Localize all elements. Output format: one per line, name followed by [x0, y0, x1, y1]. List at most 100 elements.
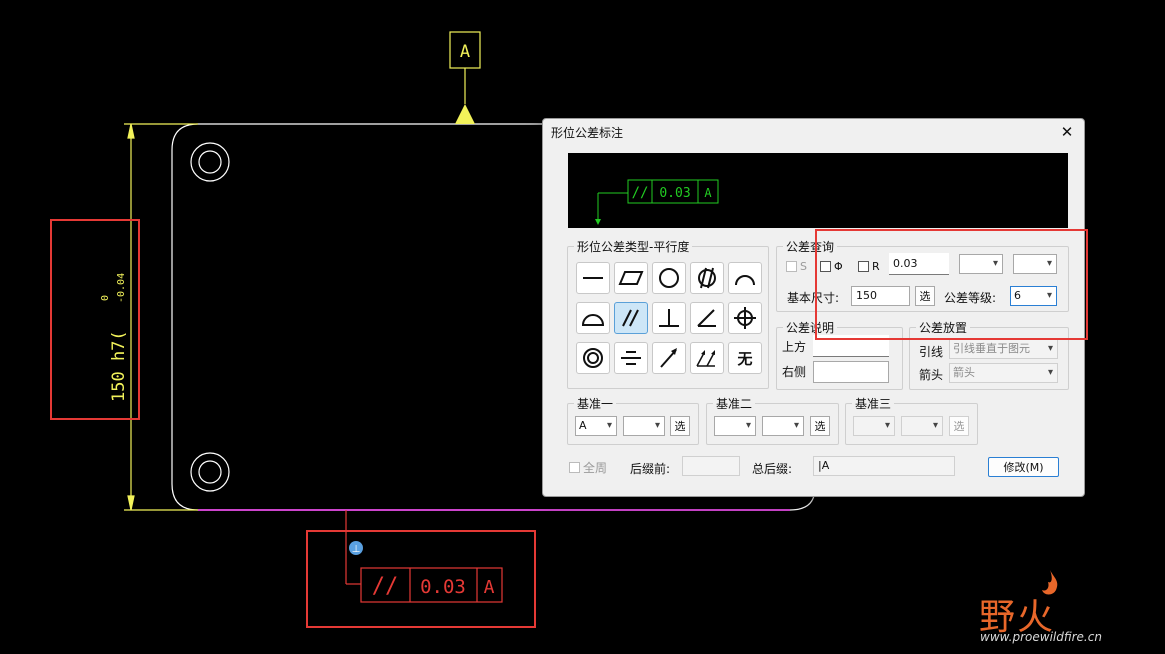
total-runout-icon	[696, 350, 715, 367]
query-group-legend: 公差查询	[786, 240, 835, 254]
right-label: 右侧	[782, 365, 807, 379]
close-icon[interactable]: ✕	[1056, 121, 1078, 143]
parallelism-icon	[622, 309, 639, 327]
canvas-fcf-symbol: //	[372, 574, 399, 599]
basic-size-input[interactable]: 150	[851, 286, 910, 306]
svg-text:⊥: ⊥	[352, 544, 361, 555]
tol-lower: -0.04	[116, 273, 127, 303]
angularity-icon	[697, 309, 716, 327]
datum1-select-button[interactable]: 选	[670, 416, 690, 436]
watermark-url: www.proewildfire.cn	[980, 630, 1102, 644]
canvas-fcf-datum: A	[484, 577, 495, 598]
perpendicularity-button[interactable]	[652, 302, 686, 334]
datum1-legend: 基准一	[577, 397, 614, 411]
symmetry-button[interactable]	[614, 342, 648, 374]
prefix-input[interactable]	[682, 456, 740, 476]
note-group-legend: 公差说明	[786, 321, 835, 335]
chevron-down-icon: ▾	[606, 420, 612, 431]
flame-icon	[1042, 570, 1058, 595]
none-symbol-button[interactable]: 无	[728, 342, 762, 374]
upper-label: 上方	[782, 340, 807, 354]
datum-feature-a[interactable]: A	[449, 31, 481, 124]
symmetry-icon	[621, 351, 641, 365]
perpendicularity-icon	[659, 309, 679, 327]
arrow-label: 箭头	[919, 368, 944, 382]
circularity-icon	[659, 268, 679, 288]
circular-runout-icon	[660, 348, 677, 368]
straightness-icon	[583, 277, 603, 279]
flatness-icon	[618, 271, 644, 285]
datum-label: A	[460, 42, 470, 62]
concentricity-icon	[583, 348, 603, 368]
line-profile-icon	[735, 275, 755, 286]
query-select-1[interactable]: ▾	[959, 254, 1003, 274]
basic-size-label: 基本尺寸:	[787, 291, 840, 305]
arrow-select[interactable]: 箭头 ▾	[949, 363, 1058, 383]
total-runout-button[interactable]	[690, 342, 724, 374]
type-group-legend: 形位公差类型-平行度	[577, 240, 690, 254]
surface-profile-button[interactable]	[576, 302, 610, 334]
chevron-down-icon: ▾	[1047, 367, 1053, 378]
cylindricity-button[interactable]	[690, 262, 724, 294]
circular-runout-button[interactable]	[652, 342, 686, 374]
chevron-down-icon: ▾	[793, 420, 799, 431]
upper-input[interactable]	[813, 335, 889, 357]
cylindricity-icon	[698, 267, 716, 289]
chevron-down-icon: ▾	[1046, 290, 1052, 301]
chevron-down-icon: ▾	[1046, 258, 1052, 269]
datum2-select[interactable]: ▾	[714, 416, 756, 436]
preview-panel: // 0.03 A	[568, 153, 1068, 228]
datum2-modifier-select[interactable]: ▾	[762, 416, 804, 436]
position-button[interactable]	[728, 302, 762, 334]
hole-top[interactable]	[190, 142, 230, 182]
preview-value: 0.03	[659, 186, 690, 201]
gtol-dialog: 形位公差标注 ✕ // 0.03 A 形位公差类型-平行度 无 公差查询 S Φ…	[542, 118, 1085, 497]
parallelism-button[interactable]	[614, 302, 648, 334]
line-profile-button[interactable]	[728, 262, 762, 294]
dialog-title: 形位公差标注	[551, 126, 624, 140]
hole-bottom[interactable]	[190, 452, 230, 492]
chevron-down-icon: ▾	[745, 420, 751, 431]
canvas-fcf[interactable]: ⊥ // 0.03 A	[345, 510, 503, 603]
datum3-modifier-select[interactable]: ▾	[901, 416, 943, 436]
chevron-down-icon: ▾	[884, 420, 890, 431]
chevron-down-icon: ▾	[932, 420, 938, 431]
datum3-legend: 基准三	[855, 397, 892, 411]
chevron-down-icon: ▾	[654, 420, 660, 431]
circularity-button[interactable]	[652, 262, 686, 294]
chk-r[interactable]: R	[858, 260, 880, 273]
query-select-2[interactable]: ▾	[1013, 254, 1057, 274]
straightness-button[interactable]	[576, 262, 610, 294]
modify-button[interactable]: 修改(M)	[988, 457, 1059, 477]
tol-upper: 0	[100, 295, 111, 301]
tol-value-input[interactable]: 0.03	[889, 253, 949, 275]
chevron-down-icon: ▾	[992, 258, 998, 269]
leader-select[interactable]: 引线垂直于图元 ▾	[949, 339, 1058, 359]
suffix-label: 总后缀:	[752, 462, 793, 476]
flatness-button[interactable]	[614, 262, 648, 294]
chk-s[interactable]: S	[786, 260, 807, 273]
datum2-select-button[interactable]: 选	[810, 416, 830, 436]
datum3-select-button[interactable]: 选	[949, 416, 969, 436]
chk-phi[interactable]: Φ	[820, 260, 843, 273]
grade-label: 公差等级:	[944, 291, 997, 305]
datum3-select[interactable]: ▾	[853, 416, 895, 436]
leader-label: 引线	[919, 345, 944, 359]
chevron-down-icon: ▾	[1047, 343, 1053, 354]
grade-select[interactable]: 6 ▾	[1010, 286, 1057, 306]
right-input[interactable]	[813, 361, 889, 383]
suffix-input[interactable]: |A	[813, 456, 955, 476]
preview-datum: A	[704, 186, 712, 200]
datum1-modifier-select[interactable]: ▾	[623, 416, 665, 436]
position-icon	[734, 307, 756, 329]
datum2-legend: 基准二	[716, 397, 753, 411]
canvas-fcf-value: 0.03	[420, 576, 466, 598]
dimension-text: 150 h7(	[109, 330, 129, 402]
concentricity-button[interactable]	[576, 342, 610, 374]
vertical-dimension[interactable]	[124, 123, 198, 511]
basic-size-select-button[interactable]: 选	[915, 286, 935, 306]
prefix-label: 后缀前:	[630, 462, 671, 476]
datum1-select[interactable]: A ▾	[575, 416, 617, 436]
all-around-checkbox[interactable]: 全周	[569, 459, 607, 476]
angularity-button[interactable]	[690, 302, 724, 334]
